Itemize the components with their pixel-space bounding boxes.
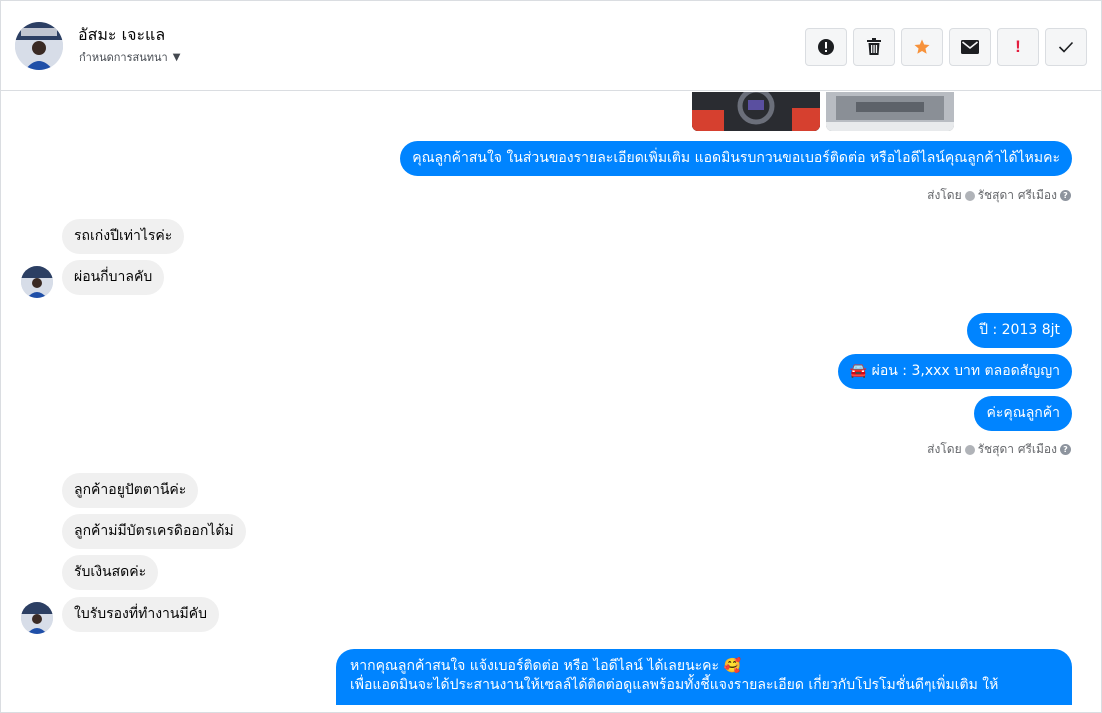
agent-status-icon — [964, 190, 975, 201]
contact-name: อัสมะ เจะแล — [78, 25, 166, 44]
envelope-icon — [961, 40, 979, 54]
exclamation-icon: ! — [1015, 37, 1021, 56]
sent-by-prefix: ส่งโดย — [927, 442, 962, 456]
conversation-actions: ! — [805, 28, 1087, 66]
car-engine-image[interactable] — [826, 92, 954, 131]
follow-up-button[interactable]: ! — [997, 28, 1039, 66]
mark-done-button[interactable] — [1045, 28, 1087, 66]
help-icon[interactable]: ? — [1060, 190, 1071, 201]
message-line: เพื่อแอดมินจะได้ประสานงานให้เซลล์ได้ติดต… — [350, 677, 999, 693]
trash-icon — [867, 38, 881, 55]
message-bubble-incoming[interactable]: รถเก่งปีเท่าไรค่ะ — [62, 219, 185, 254]
delete-button[interactable] — [853, 28, 895, 66]
message-bubble-outgoing[interactable]: หากคุณลูกค้าสนใจ แจ้งเบอร์ติดต่อ หรือ ไอ… — [336, 649, 1072, 705]
checkmark-icon — [1058, 41, 1074, 53]
assign-conversation-dropdown[interactable]: กำหนดการสนทนา ▼ — [79, 48, 180, 66]
mark-unread-button[interactable] — [949, 28, 991, 66]
caret-down-icon: ▼ — [172, 51, 181, 63]
message-bubble-outgoing[interactable]: คุณลูกค้าสนใจ ในส่วนของรายละเอียดเพิ่มเต… — [400, 141, 1072, 176]
contact-avatar[interactable] — [15, 22, 63, 70]
agent-status-icon — [964, 444, 975, 455]
image-attachments — [692, 92, 954, 131]
message-thread[interactable]: คุณลูกค้าสนใจ ในส่วนของรายละเอียดเพิ่มเต… — [1, 92, 1101, 712]
message-line: หากคุณลูกค้าสนใจ แจ้งเบอร์ติดต่อ หรือ ไอ… — [350, 658, 741, 674]
message-bubble-outgoing[interactable]: ปี : 2013 8jt — [967, 313, 1072, 348]
message-bubble-outgoing[interactable]: ค่ะคุณลูกค้า — [974, 396, 1072, 431]
message-bubble-incoming[interactable]: ใบรับรองที่ทำงานมีคับ — [62, 597, 219, 632]
sent-by-prefix: ส่งโดย — [927, 188, 962, 202]
sent-by-info: ส่งโดย รัชสุดา ศรีเมือง ? — [927, 186, 1071, 205]
report-icon — [818, 39, 834, 55]
message-bubble-incoming[interactable]: ผ่อนกี่บาลคับ — [62, 260, 165, 295]
conversation-header: อัสมะ เจะแล กำหนดการสนทนา ▼ ! — [1, 1, 1101, 91]
sender-avatar[interactable] — [21, 266, 53, 298]
report-button[interactable] — [805, 28, 847, 66]
sender-avatar[interactable] — [21, 602, 53, 634]
help-icon[interactable]: ? — [1060, 444, 1071, 455]
assign-label: กำหนดการสนทนา — [79, 51, 168, 64]
sent-by-agent[interactable]: รัชสุดา ศรีเมือง — [978, 186, 1057, 205]
star-icon — [914, 39, 930, 54]
sent-by-agent[interactable]: รัชสุดา ศรีเมือง — [978, 440, 1057, 459]
message-bubble-incoming[interactable]: ลูกค้าม่มีบัตรเครดิออกได้ม่ — [62, 514, 246, 549]
sent-by-info: ส่งโดย รัชสุดา ศรีเมือง ? — [927, 440, 1071, 459]
star-button[interactable] — [901, 28, 943, 66]
conversation-window: อัสมะ เจะแล กำหนดการสนทนา ▼ ! คุณลูกค้าส… — [0, 0, 1102, 713]
message-bubble-outgoing[interactable]: 🚘 ผ่อน : 3,xxx บาท ตลอดสัญญา — [837, 354, 1072, 389]
message-bubble-incoming[interactable]: รับเงินสดค่ะ — [62, 555, 159, 590]
car-interior-image[interactable] — [692, 92, 820, 131]
message-bubble-incoming[interactable]: ลูกค้าอยูปัตตานีค่ะ — [62, 473, 199, 508]
